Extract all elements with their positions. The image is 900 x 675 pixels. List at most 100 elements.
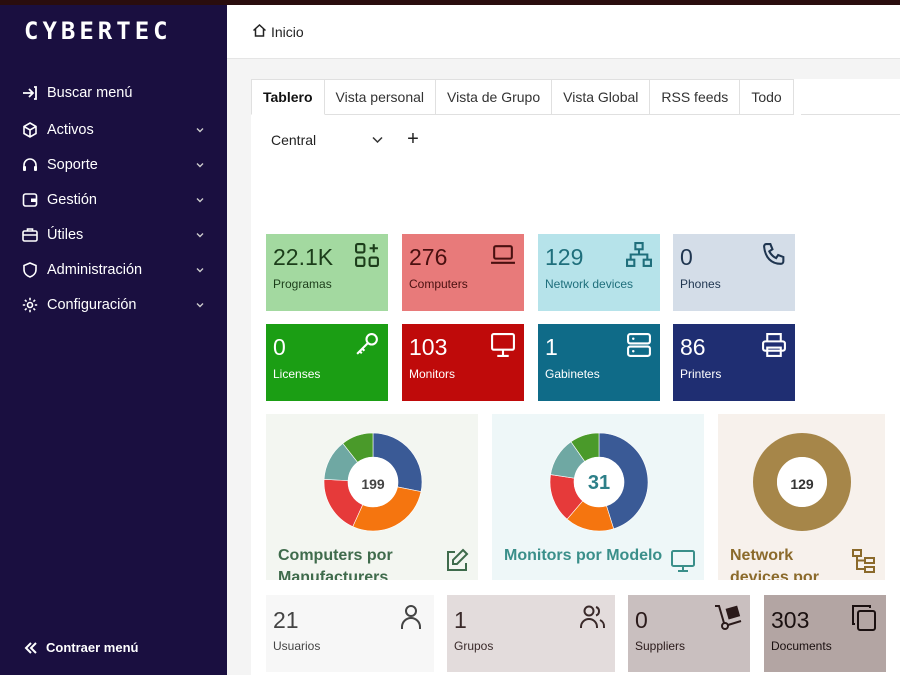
donut-center-value: 129 — [790, 476, 814, 492]
stat-label: Network devices — [545, 277, 634, 291]
tab-vista-personal[interactable]: Vista personal — [324, 79, 436, 115]
sidebar-item-utiles[interactable]: Útiles — [0, 220, 227, 250]
tab-vista-de-grupo[interactable]: Vista de Grupo — [436, 79, 553, 115]
chart-title[interactable]: Monitors por Modelo — [504, 545, 664, 567]
arrow-right-to-bracket-icon — [23, 86, 37, 100]
stat-value: 129 — [545, 244, 584, 270]
phone-icon — [763, 243, 785, 265]
sidebar-item-activos[interactable]: Activos — [0, 115, 227, 145]
stat-label: Computers — [409, 277, 468, 291]
stat-value: 1 — [454, 607, 467, 633]
brand-logo[interactable]: CYBERTEC — [24, 17, 172, 45]
stat-value: 276 — [409, 244, 448, 270]
collapse-menu-button[interactable]: Contraer menú — [24, 640, 138, 655]
tab-todo[interactable]: Todo — [740, 79, 794, 115]
pen-to-square-icon[interactable] — [444, 548, 470, 574]
stat-tile-programas[interactable]: 22.1K Programas — [266, 234, 388, 311]
stat-label: Suppliers — [635, 639, 686, 653]
stat-tile-suppliers[interactable]: 0 Suppliers — [628, 595, 750, 672]
network-icon — [626, 242, 652, 267]
laptop-icon — [491, 245, 515, 264]
stat-value: 86 — [680, 334, 706, 360]
chevron-down-icon — [196, 128, 204, 133]
wallet-icon — [22, 193, 38, 207]
sidebar-item-label: Activos — [47, 122, 94, 138]
dolly-icon — [715, 605, 742, 630]
stat-tile-documents[interactable]: 303 Documents — [764, 595, 886, 672]
tab-bar: Tablero Vista personal Vista de Grupo Vi… — [251, 79, 794, 115]
stat-label: Licenses — [273, 367, 321, 381]
key-icon — [356, 333, 378, 355]
headset-icon — [23, 158, 37, 171]
stat-value: 1 — [545, 334, 558, 360]
sidebar-item-label: Buscar menú — [47, 85, 133, 101]
sidebar: CYBERTEC Buscar menú Activos Soporte Ges… — [0, 5, 227, 675]
stat-tile-usuarios[interactable]: 21 Usuarios — [266, 595, 434, 672]
chart-title[interactable]: Computers por Manufacturers — [278, 545, 438, 580]
stat-tile-monitors[interactable]: 103 Monitors — [402, 324, 524, 401]
stat-label: Printers — [680, 367, 722, 381]
tab-divider — [801, 114, 900, 115]
gear-icon — [22, 297, 38, 313]
copy-icon — [852, 605, 876, 631]
stat-tile-computers[interactable]: 276 Computers — [402, 234, 524, 311]
chevron-down-icon — [372, 136, 383, 144]
chart-title[interactable]: Network devices por — [730, 545, 840, 580]
stat-label: Usuarios — [273, 639, 321, 653]
home-icon[interactable] — [252, 23, 267, 38]
sidebar-item-label: Configuración — [47, 297, 137, 313]
sidebar-item-label: Soporte — [47, 157, 98, 173]
chart-card-2: 31 Monitors por Modelo — [492, 414, 704, 580]
sidebar-item-label: Gestión — [47, 192, 97, 208]
chevron-down-icon — [196, 233, 204, 238]
stat-value: 0 — [680, 244, 693, 270]
stat-value: 303 — [771, 607, 810, 633]
sitemap-icon[interactable] — [851, 548, 877, 574]
briefcase-icon — [22, 228, 38, 242]
donut-center-value: 31 — [587, 472, 611, 494]
dashboard-select[interactable]: Central — [263, 125, 393, 155]
stat-tile-licenses[interactable]: 0 Licenses — [266, 324, 388, 401]
printer-icon — [762, 333, 786, 357]
sidebar-item-buscar-menu[interactable]: Buscar menú — [0, 78, 227, 108]
add-dashboard-button[interactable]: + — [403, 127, 423, 151]
chevron-down-icon — [196, 163, 204, 168]
breadcrumb[interactable]: Inicio — [271, 24, 304, 40]
sidebar-item-administracion[interactable]: Administración — [0, 255, 227, 285]
shield-icon — [23, 262, 37, 278]
sidebar-item-configuracion[interactable]: Configuración — [0, 290, 227, 320]
chevron-down-icon — [196, 198, 204, 203]
chart-card-1: 199 Computers por Manufacturers — [266, 414, 478, 580]
tab-tablero[interactable]: Tablero — [251, 79, 325, 115]
tab-vista-global[interactable]: Vista Global — [552, 79, 651, 115]
stat-tile-phones[interactable]: 0 Phones — [673, 234, 795, 311]
stat-value: 22.1K — [273, 244, 334, 270]
apps-add-icon — [355, 243, 379, 267]
double-chevron-left-icon — [24, 641, 37, 654]
users-icon — [580, 605, 605, 628]
sidebar-item-label: Administración — [47, 262, 143, 278]
stat-tile-network-devices[interactable]: 129 Network devices — [538, 234, 660, 311]
stat-value: 103 — [409, 334, 448, 360]
box-icon — [23, 122, 37, 138]
chart-card-3: 129 Network devices por — [718, 414, 885, 580]
collapse-menu-label: Contraer menú — [46, 640, 139, 655]
stat-tile-printers[interactable]: 86 Printers — [673, 324, 795, 401]
stat-tile-grupos[interactable]: 1 Grupos — [447, 595, 615, 672]
stat-value: 0 — [635, 607, 648, 633]
header: Inicio — [227, 5, 900, 59]
monitor-icon — [491, 333, 515, 357]
stat-label: Grupos — [454, 639, 494, 653]
desktop-icon[interactable] — [670, 548, 696, 574]
user-icon — [401, 605, 421, 629]
server-icon — [627, 333, 651, 357]
stat-label: Documents — [771, 639, 832, 653]
stat-tile-gabinetes[interactable]: 1 Gabinetes — [538, 324, 660, 401]
stat-label: Gabinetes — [545, 367, 600, 381]
chevron-down-icon — [196, 268, 204, 273]
sidebar-item-gestion[interactable]: Gestión — [0, 185, 227, 215]
stat-value: 0 — [273, 334, 286, 360]
sidebar-item-label: Útiles — [47, 227, 84, 243]
tab-rss-feeds[interactable]: RSS feeds — [650, 79, 741, 115]
sidebar-item-soporte[interactable]: Soporte — [0, 150, 227, 180]
